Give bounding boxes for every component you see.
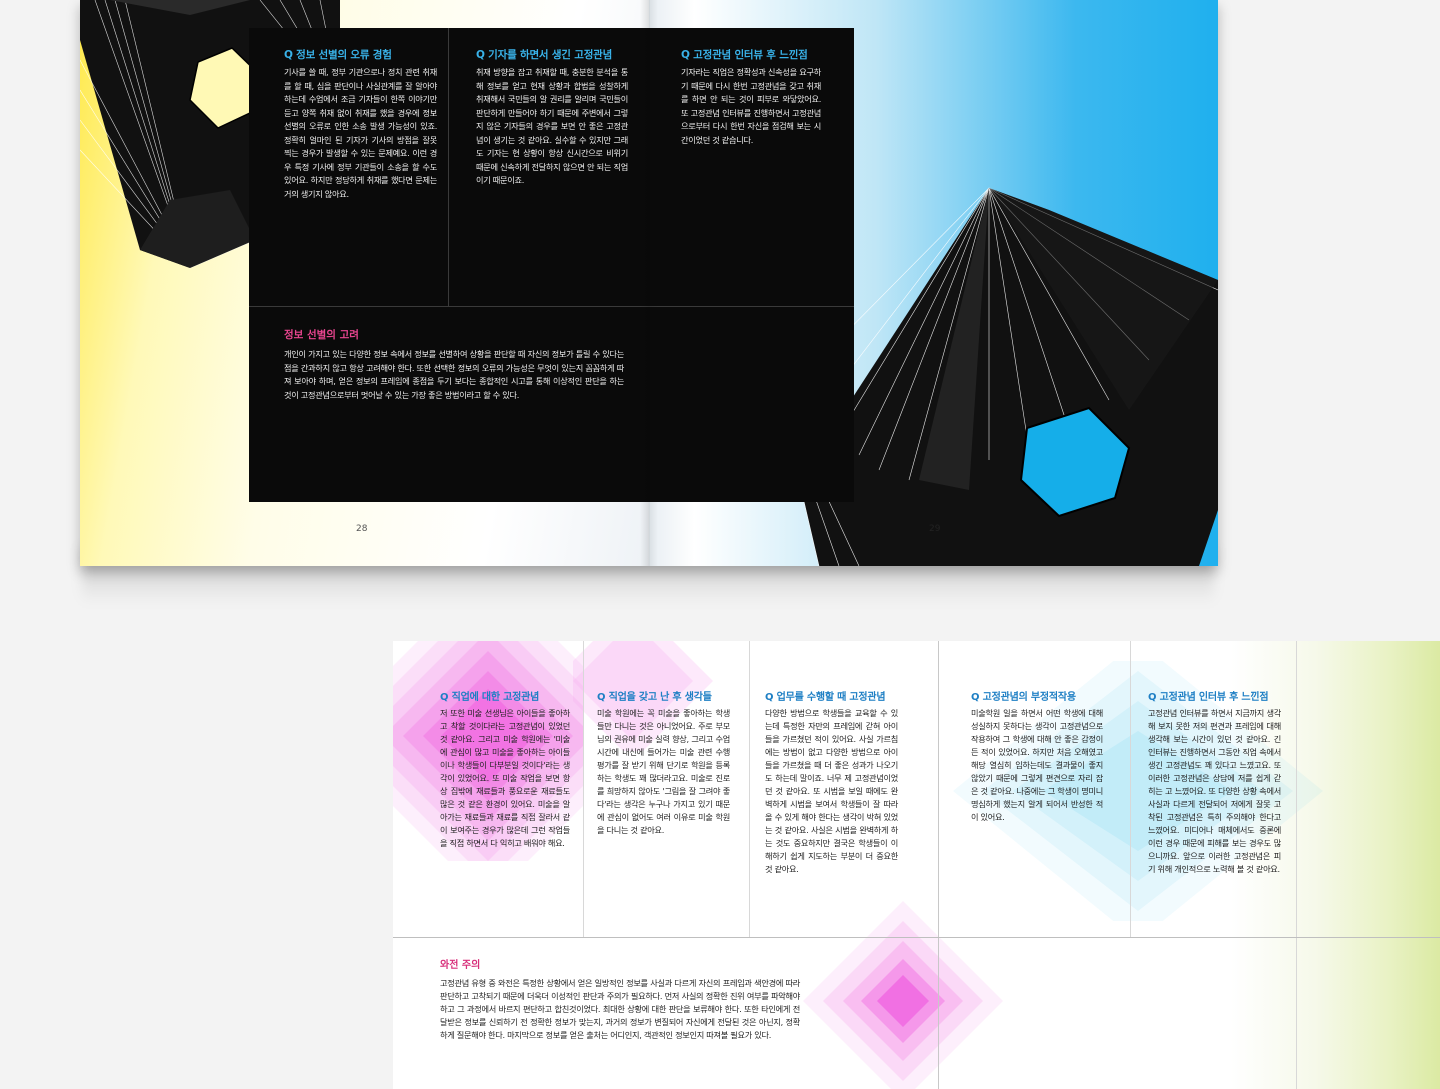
page-number-left: 28: [356, 524, 368, 534]
body-after-job: 미술 학원에는 꼭 미술을 좋아하는 학생들만 다니는 것은 아니었어요. 주로…: [597, 708, 730, 835]
column-divider: [1130, 641, 1131, 937]
heading-distortion-caution: 와전 주의: [440, 960, 481, 971]
body-distortion-caution: 고정관념 유형 중 와전은 특정한 상황에서 얻은 일방적인 정보를 사실과 다…: [440, 978, 800, 1040]
column-divider: [749, 641, 750, 937]
heading-interview-reflection-2: Q 고정관념 인터뷰 후 느낀점: [1148, 692, 1269, 703]
magazine-spread-bottom: Q 직업에 대한 고정관념 저 또한 미술 선생님은 아이들을 좋아하고 착할 …: [393, 641, 1440, 1089]
body-info-consideration: 개인이 가지고 있는 다양한 정보 속에서 정보를 선별하여 상황을 판단할 때…: [284, 349, 624, 400]
row-divider: [249, 306, 649, 307]
page-number-right: 29: [929, 524, 941, 534]
magazine-spread-top: Q 정보 선별의 오류 경험 기사를 쓸 때, 정부 기관으로나 정치 관련 취…: [80, 0, 1218, 566]
magenta-diamond-bottom: [803, 901, 1003, 1089]
heading-after-job: Q 직업을 갖고 난 후 생각들: [597, 692, 712, 703]
heading-info-consideration: 정보 선별의 고려: [284, 329, 359, 341]
right-page: Q 고정관념 인터뷰 후 느낀점 기자라는 직업은 정확성과 신속성을 요구하기…: [649, 0, 1218, 566]
heading-info-error: Q 정보 선별의 오류 경험: [284, 49, 392, 61]
column-divider: [583, 641, 584, 937]
heading-job-stereotype: Q 직업에 대한 고정관념: [440, 692, 540, 703]
heading-work-stereotype: Q 업무를 수행할 때 고정관념: [765, 692, 886, 703]
heading-interview-reflection: Q 고정관념 인터뷰 후 느낀점: [681, 49, 808, 61]
column-divider: [448, 28, 449, 306]
body-work-stereotype: 다양한 방법으로 학생들을 교육할 수 있는데 특정한 자만의 프레임에 갇혀 …: [765, 708, 898, 874]
page-fold: [938, 641, 939, 1089]
left-page: Q 정보 선별의 오류 경험 기사를 쓸 때, 정부 기관으로나 정치 관련 취…: [80, 0, 649, 566]
heading-negative-effect: Q 고정관념의 부정적작용: [971, 692, 1076, 703]
body-interview-reflection-2: 고정관념 인터뷰를 하면서 지금까지 생각해 보지 못한 저의 편견과 프레임에…: [1148, 708, 1281, 874]
right-text-panel-lower: [649, 306, 854, 502]
pyramid-artwork-cyan: [799, 187, 1218, 566]
row-divider: [393, 937, 1440, 938]
heading-reporter-stereotype: Q 기자를 하면서 생긴 고정관념: [476, 49, 613, 61]
body-negative-effect: 미술학원 일을 하면서 어떤 학생에 대해 성실하지 못하다는 생각이 고정관념…: [971, 708, 1103, 822]
body-info-error: 기사를 쓸 때, 정부 기관으로나 정치 관련 취재를 할 때, 심을 판단이나…: [284, 67, 437, 199]
row-divider-right: [649, 306, 854, 307]
body-job-stereotype: 저 또한 미술 선생님은 아이들을 좋아하고 착할 것이다라는 고정관념이 있었…: [440, 708, 570, 848]
body-interview-reflection: 기자라는 직업은 정확성과 신속성을 요구하기 때문에 다시 한번 고정관념을 …: [681, 67, 821, 145]
body-reporter-stereotype: 취재 방향을 잡고 취재할 때, 충분한 분석을 통해 정보를 얻고 현재 상황…: [476, 67, 628, 185]
column-divider: [1296, 641, 1297, 1089]
spread-gutter: [640, 0, 658, 566]
